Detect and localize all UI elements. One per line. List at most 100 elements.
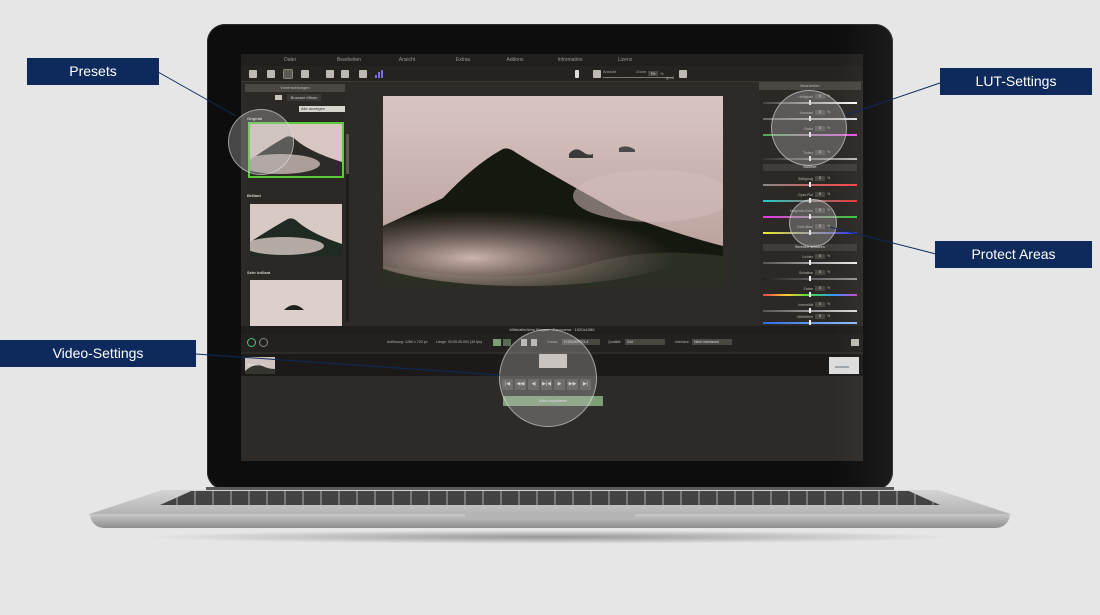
slider-handle[interactable]	[809, 100, 811, 105]
menu-datei[interactable]: Datei	[259, 54, 321, 66]
timeline-playhead-thumb[interactable]	[539, 354, 567, 368]
interlace-label: Interlace:	[675, 340, 690, 344]
slider-value-input[interactable]: 0	[815, 110, 825, 115]
slider-value-input[interactable]: 0	[815, 224, 825, 229]
info-icon[interactable]	[575, 70, 579, 78]
slider-value-input[interactable]: 0	[815, 314, 825, 319]
slider-value-input[interactable]: 0	[815, 94, 825, 99]
slider-handle[interactable]	[809, 156, 811, 161]
copy-icon[interactable]	[267, 70, 275, 78]
laptop-trackpad-notch	[465, 514, 635, 520]
timeline-end-thumb[interactable]	[829, 357, 859, 374]
go-end-button[interactable]: ▶|	[580, 379, 591, 390]
slider-row: Sättigung 0%	[763, 176, 857, 188]
document-icon[interactable]	[359, 70, 367, 78]
browse-button[interactable]: Browser öffnen	[287, 94, 321, 101]
presets-panel: Voreinstellungen Browser öffnen Alle anz…	[245, 84, 349, 326]
step-back-button[interactable]: ◀	[528, 379, 539, 390]
view-icon[interactable]	[593, 70, 601, 78]
video-length: Länge: 00:00:26.000 (30 fps)	[436, 340, 483, 344]
zoom-select[interactable]: Fit	[648, 71, 658, 76]
export-video-button[interactable]: Video exportieren	[503, 396, 603, 406]
slider-value-input[interactable]: 0	[815, 208, 825, 213]
preset-thumb-sehr-brillant[interactable]	[250, 280, 342, 326]
menu-ansicht[interactable]: Ansicht	[377, 54, 437, 66]
menu-addons[interactable]: Addons	[489, 54, 541, 66]
print-icon[interactable]	[341, 70, 349, 78]
frame-icon[interactable]	[301, 70, 309, 78]
slider-unit: %	[827, 126, 831, 130]
menu-information[interactable]: Information	[541, 54, 599, 66]
slider-handle[interactable]	[809, 320, 811, 325]
slider-unit: %	[827, 208, 831, 212]
slider-label: Farbe	[803, 287, 813, 291]
slider-unit: %	[827, 192, 831, 196]
callout-lut-settings: LUT-Settings	[940, 68, 1092, 95]
video-timeline[interactable]: 00:00:00.000	[241, 354, 863, 376]
slider-row: Mitteltöne 0%	[763, 314, 857, 326]
preset-label-original: Original	[247, 116, 263, 121]
callout-video-settings: Video-Settings	[0, 340, 196, 367]
play-icon[interactable]	[247, 338, 256, 347]
menu-extras[interactable]: Extras	[437, 54, 489, 66]
slider-handle[interactable]	[809, 116, 811, 121]
codec-select[interactable]: H.264/MPEG-4	[562, 339, 600, 345]
slider-handle[interactable]	[809, 260, 811, 265]
screen-icon[interactable]	[521, 339, 527, 346]
slider-value-input[interactable]: 0	[815, 302, 825, 307]
slider-handle[interactable]	[809, 132, 811, 137]
fullscreen-icon[interactable]	[531, 339, 537, 346]
slider-value-input[interactable]: 0	[815, 150, 825, 155]
quality-label: Qualität:	[608, 340, 622, 344]
zoom-label: Zoom	[636, 69, 647, 74]
slider-value-input[interactable]: 0	[815, 126, 825, 131]
slider-label: Lichter	[802, 255, 813, 259]
browser-icon	[275, 95, 282, 100]
slider-label: Schatten	[798, 271, 813, 275]
quality-select[interactable]: Gut	[625, 339, 665, 345]
protect-areas-button[interactable]: Bereiche schützen	[763, 244, 857, 251]
new-file-icon[interactable]	[249, 70, 257, 78]
preset-filter-select[interactable]: Alle anzeigen	[299, 106, 345, 112]
step-forward-button[interactable]: ▶	[554, 379, 565, 390]
settings-icon[interactable]	[851, 339, 859, 346]
balance-button[interactable]: Balance	[763, 164, 857, 171]
fast-forward-button[interactable]: ▶▶	[567, 379, 578, 390]
slider-handle[interactable]	[809, 308, 811, 313]
presets-scrollbar[interactable]	[346, 134, 349, 322]
histogram-icon[interactable]	[375, 70, 385, 78]
go-start-button[interactable]: |◀	[502, 379, 513, 390]
preset-thumb-original[interactable]	[248, 122, 344, 178]
mark-button[interactable]: ▶|◀	[541, 379, 552, 390]
play-preview-icon[interactable]	[259, 338, 268, 347]
menu-bearbeiten[interactable]: Bearbeiten	[321, 54, 377, 66]
slider-value-input[interactable]: 0	[815, 254, 825, 259]
slider-handle[interactable]	[809, 276, 811, 281]
slider-handle[interactable]	[809, 198, 811, 203]
zoom-slider[interactable]	[603, 77, 673, 78]
slider-value-input[interactable]: 0	[815, 270, 825, 275]
menu-lizenz[interactable]: Lizenz	[599, 54, 651, 66]
slider-unit: %	[827, 314, 831, 318]
link-icon[interactable]	[284, 70, 292, 78]
interlace-select[interactable]: Nicht interlaced	[692, 339, 732, 345]
mute-icon[interactable]	[503, 339, 511, 346]
slider-label: Helligkeit	[798, 95, 813, 99]
audio-icon[interactable]	[493, 339, 501, 346]
slider-row: Lichter 0%	[763, 254, 857, 266]
save-icon[interactable]	[326, 70, 334, 78]
slider-handle[interactable]	[809, 182, 811, 187]
slider-value-input[interactable]: 0	[815, 176, 825, 181]
slider-value-input[interactable]: 0	[815, 192, 825, 197]
slider-handle[interactable]	[809, 292, 811, 297]
presets-panel-title: Voreinstellungen	[245, 84, 345, 92]
callout-presets: Presets	[27, 58, 159, 85]
slider-handle[interactable]	[809, 230, 811, 235]
slider-label: Rotor	[804, 127, 813, 131]
preset-thumb-brillant[interactable]	[250, 204, 342, 256]
rewind-button[interactable]: ◀◀	[515, 379, 526, 390]
slider-value-input[interactable]: 0	[815, 286, 825, 291]
slider-handle[interactable]	[809, 214, 811, 219]
slider-label: Magenta-Grün	[789, 209, 813, 213]
grid-icon[interactable]	[679, 70, 687, 78]
